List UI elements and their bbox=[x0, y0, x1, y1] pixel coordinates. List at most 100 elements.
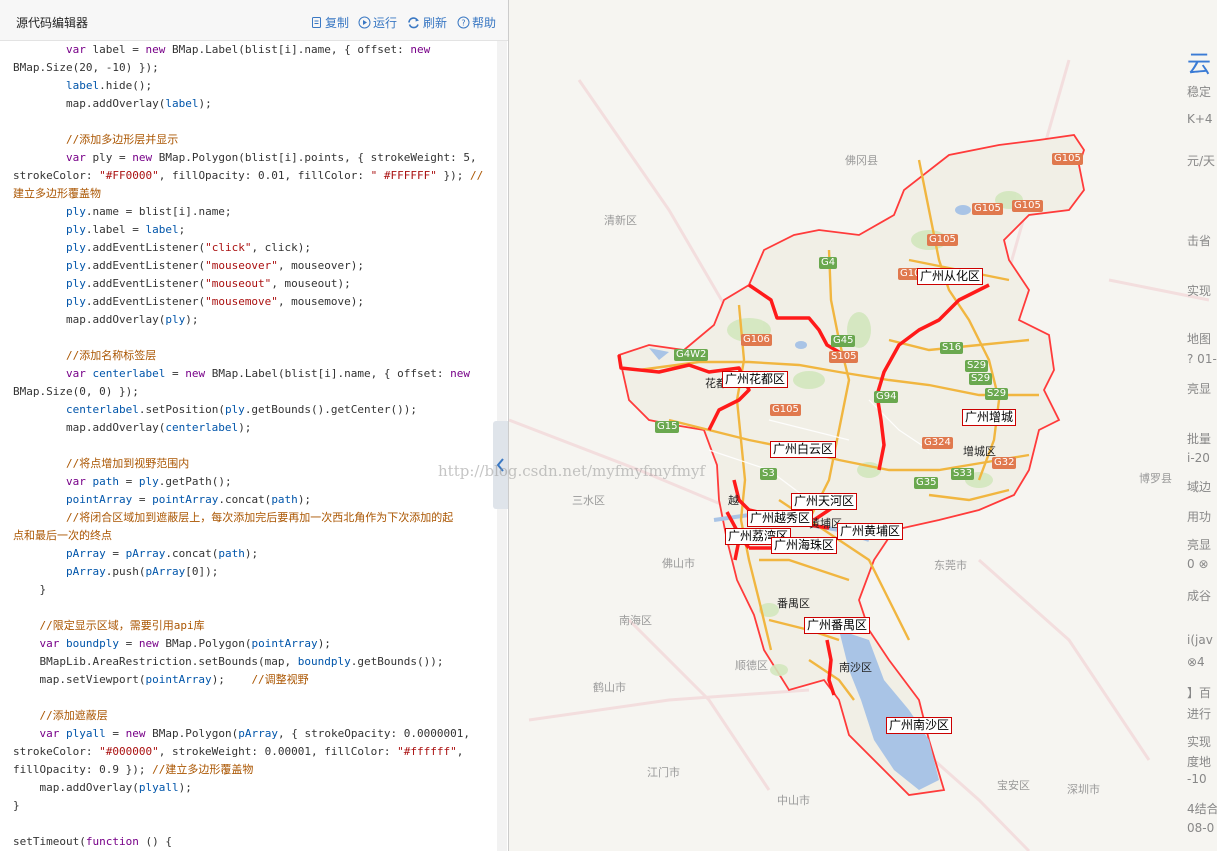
code-token: BMap.Label(blist[i].name, { offset: bbox=[211, 367, 451, 380]
code-line: map.addOverlay(centerlabel); bbox=[13, 419, 251, 437]
map-base-layer bbox=[509, 59, 1210, 851]
code-token: .setPosition( bbox=[138, 403, 225, 416]
road-shield-s16: S16 bbox=[940, 342, 964, 354]
baidu-map-view[interactable]: G105 G105 G105 G105 G105 G106 G106 G45 S105 G4W2 G… bbox=[509, 0, 1217, 851]
code-token: "#FF0000" bbox=[99, 169, 159, 182]
road-shield-s3: S3 bbox=[760, 468, 777, 480]
code-line: //限定显示区域，需要引用api库 bbox=[13, 617, 205, 635]
code-token: , { strokeOpacity: 0.0000001, bbox=[277, 727, 471, 740]
side-text: 元/天 bbox=[1187, 154, 1216, 168]
code-token: plyall bbox=[66, 727, 106, 740]
district-label-baiyun[interactable]: 广州白云区 bbox=[770, 441, 837, 458]
faint-place-sanshui: 三水区 bbox=[572, 494, 605, 507]
code-token: path bbox=[271, 493, 298, 506]
district-label-huadu[interactable]: 广州花都区 bbox=[722, 371, 789, 388]
district-label-conghua[interactable]: 广州从化区 bbox=[917, 268, 984, 285]
code-token: , mousemove); bbox=[277, 295, 365, 308]
code-token: , click); bbox=[251, 241, 312, 254]
road-shield-g15: G15 bbox=[655, 421, 680, 433]
code-token: .hide(); bbox=[99, 79, 153, 92]
code-area[interactable]: var label = new BMap.Label(blist[i].name… bbox=[0, 41, 497, 851]
refresh-icon bbox=[406, 16, 421, 32]
code-token: new bbox=[410, 43, 431, 56]
code-line: ply.addEventListener("click", click); bbox=[13, 239, 311, 257]
code-token: }); bbox=[436, 169, 470, 182]
place-name-yuexiu-short: 越 bbox=[728, 494, 739, 507]
code-token: ply bbox=[65, 223, 86, 236]
district-label-haizhu[interactable]: 广州海珠区 bbox=[771, 537, 838, 554]
faint-place-heshan: 鹤山市 bbox=[593, 681, 626, 694]
code-line: 建立多边形覆盖物 bbox=[13, 185, 101, 203]
code-token: = bbox=[105, 547, 126, 560]
code-token: BMap.Size(20, -10) }); bbox=[13, 61, 159, 74]
code-line: ply.addEventListener("mousemove", mousem… bbox=[13, 293, 364, 311]
code-token: centerlabel bbox=[165, 421, 239, 434]
side-text: 0 ⊗ bbox=[1187, 557, 1209, 571]
code-token: .addEventListener( bbox=[85, 277, 206, 290]
code-line: var centerlabel = new BMap.Label(blist[i… bbox=[13, 365, 470, 383]
code-line: BMapLib.AreaRestriction.setBounds(map, b… bbox=[13, 653, 443, 671]
code-token: .addEventListener( bbox=[85, 295, 206, 308]
code-token: , fillOpacity: 0.01, fillColor: bbox=[158, 169, 371, 182]
side-text: 进行 bbox=[1187, 707, 1212, 721]
district-label-tianhe[interactable]: 广州天河区 bbox=[791, 493, 858, 510]
road-shield-g106: G106 bbox=[741, 334, 772, 346]
district-label-panyu[interactable]: 广州番禺区 bbox=[804, 617, 871, 634]
code-token: "#000000" bbox=[99, 745, 159, 758]
code-token: pArray bbox=[145, 565, 186, 578]
code-token: fillOpacity: 0.9 }); bbox=[13, 763, 153, 776]
code-token: , mouseout); bbox=[271, 277, 351, 290]
play-icon bbox=[358, 16, 371, 32]
code-token: label bbox=[145, 223, 179, 236]
code-line: var plyall = new BMap.Polygon(pArray, { … bbox=[13, 725, 471, 743]
district-label-huangpu[interactable]: 广州黄埔区 bbox=[837, 523, 904, 540]
code-token: //添加多边形层并显示 bbox=[65, 133, 179, 146]
code-token: BMap.Size(0, 0) }); bbox=[13, 385, 139, 398]
code-line: ply.addEventListener("mouseover", mouseo… bbox=[13, 257, 364, 275]
code-token: BMap.Polygon(blist[i].points, { strokeWe… bbox=[158, 151, 477, 164]
help-button[interactable]: ? 帮助 bbox=[457, 14, 496, 32]
refresh-button[interactable]: 刷新 bbox=[406, 14, 447, 32]
side-text: 4结合 bbox=[1187, 802, 1217, 816]
code-line: map.addOverlay(label); bbox=[13, 95, 212, 113]
code-token: map.setViewport( bbox=[13, 673, 146, 686]
district-label-yuexiu[interactable]: 广州越秀区 bbox=[747, 510, 814, 527]
code-token: .addEventListener( bbox=[85, 259, 206, 272]
road-shield-s29c: S29 bbox=[985, 388, 1009, 400]
code-token: = bbox=[105, 727, 126, 740]
road-shield-g4w2: G4W2 bbox=[674, 349, 709, 361]
side-text: 用功 bbox=[1187, 510, 1212, 524]
code-token: ); bbox=[198, 97, 212, 110]
code-token: BMap.Polygon( bbox=[165, 637, 252, 650]
district-label-nansha[interactable]: 广州南沙区 bbox=[886, 717, 953, 734]
faint-place-qingxin: 清新区 bbox=[604, 214, 637, 227]
faint-place-shenzhen: 深圳市 bbox=[1067, 783, 1100, 796]
code-token: label bbox=[165, 97, 199, 110]
source-code-editor: 源代码编辑器 复制 运行 刷新 ? 帮助 var label = new BMa… bbox=[0, 0, 509, 851]
code-line: //将点增加到视野范围内 bbox=[13, 455, 189, 473]
code-line: pointArray = pointArray.concat(path); bbox=[13, 491, 311, 509]
road-shield-g45: G45 bbox=[831, 335, 856, 347]
side-text: -10 bbox=[1187, 772, 1207, 786]
code-token: "#ffffff" bbox=[397, 745, 457, 758]
code-line: //添加多边形层并显示 bbox=[13, 131, 178, 149]
code-token: .concat( bbox=[218, 493, 272, 506]
side-text: 击省 bbox=[1187, 234, 1212, 248]
code-token: new bbox=[125, 727, 153, 740]
code-line: //添加名称标签层 bbox=[13, 347, 156, 365]
district-label-zengcheng[interactable]: 广州增城 bbox=[962, 409, 1017, 426]
faint-place-zhongshan: 中山市 bbox=[777, 794, 810, 807]
copy-button[interactable]: 复制 bbox=[311, 14, 349, 32]
run-button[interactable]: 运行 bbox=[358, 14, 397, 32]
side-text: 度地 bbox=[1187, 755, 1212, 769]
code-token: , strokeWeight: 0.00001, fillColor: bbox=[158, 745, 398, 758]
code-token: .addEventListener( bbox=[85, 241, 206, 254]
